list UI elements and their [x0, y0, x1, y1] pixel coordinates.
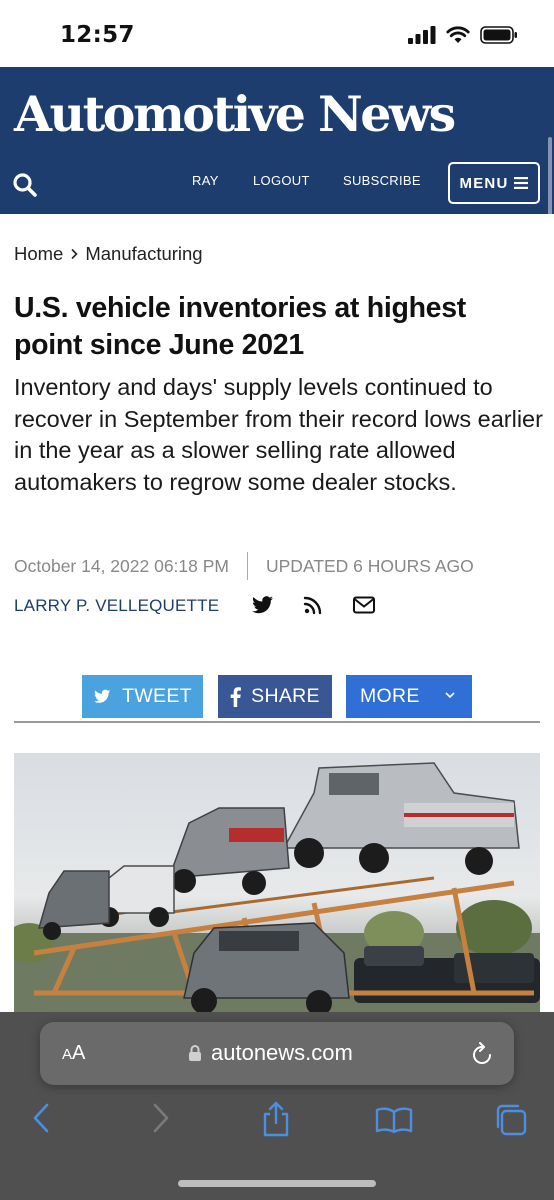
search-icon[interactable]	[12, 172, 38, 198]
status-bar: 12:57	[0, 0, 554, 67]
lock-icon	[189, 1045, 201, 1061]
more-button-label: MORE	[360, 685, 420, 707]
hamburger-icon	[514, 177, 529, 189]
forward-arrow-icon[interactable]	[150, 1102, 172, 1134]
article-dateline: October 14, 2022 06:18 PM UPDATED 6 HOUR…	[14, 552, 474, 580]
chevron-down-icon	[445, 692, 455, 699]
status-icons	[408, 26, 518, 44]
status-time: 12:57	[60, 22, 135, 48]
url-text[interactable]: autonews.com	[211, 1040, 353, 1066]
aa-small-label: A	[62, 1046, 73, 1063]
nav-link-logout[interactable]: LOGOUT	[253, 173, 310, 188]
scrollbar[interactable]	[548, 137, 552, 227]
breadcrumb: Home Manufacturing	[14, 243, 203, 265]
truck-carrier-illustration	[14, 762, 540, 1013]
wifi-icon	[446, 26, 470, 43]
page-settings-button[interactable]: AA	[62, 1042, 85, 1065]
bookmarks-icon[interactable]	[375, 1106, 413, 1134]
updated-time: UPDATED 6 HOURS AGO	[266, 555, 474, 576]
publish-date: October 14, 2022 06:18 PM	[14, 555, 229, 576]
author-link[interactable]: LARRY P. VELLEQUETTE	[14, 596, 219, 616]
share-icon[interactable]	[259, 1100, 293, 1138]
twitter-icon[interactable]	[251, 594, 275, 616]
email-icon[interactable]	[352, 594, 376, 616]
more-share-button[interactable]: MORE	[346, 675, 472, 718]
aa-large-label: A	[72, 1042, 86, 1064]
cellular-signal-icon	[408, 26, 436, 44]
nav-link-subscribe[interactable]: SUBSCRIBE	[343, 173, 421, 188]
battery-icon	[480, 26, 517, 44]
home-indicator	[178, 1180, 376, 1187]
twitter-icon	[94, 689, 111, 703]
menu-button[interactable]: MENU	[448, 162, 540, 204]
reload-icon[interactable]	[470, 1041, 494, 1067]
tweet-button[interactable]: TWEET	[82, 675, 203, 718]
site-header: Automotive News RAY LOGOUT SUBSCRIBE MEN…	[0, 67, 554, 227]
facebook-share-button[interactable]: SHARE	[218, 675, 332, 718]
share-button-label: SHARE	[251, 685, 320, 707]
nav-link-ray[interactable]: RAY	[192, 173, 219, 188]
site-logo[interactable]: Automotive News	[14, 85, 456, 143]
breadcrumb-home[interactable]: Home	[14, 243, 63, 265]
article-subhead: Inventory and days' supply levels contin…	[14, 374, 543, 495]
date-separator	[247, 552, 248, 580]
share-divider	[14, 721, 540, 723]
rss-icon[interactable]	[302, 594, 326, 616]
tweet-button-label: TWEET	[122, 685, 192, 707]
back-arrow-icon[interactable]	[30, 1102, 52, 1134]
facebook-icon	[230, 686, 242, 707]
article-headline: U.S. vehicle inventories at highest poin…	[14, 292, 466, 361]
menu-button-label: MENU	[459, 174, 509, 192]
breadcrumb-section[interactable]: Manufacturing	[85, 243, 202, 265]
tabs-icon[interactable]	[494, 1103, 528, 1137]
article-photo	[14, 753, 540, 1013]
chevron-right-icon	[71, 248, 78, 260]
